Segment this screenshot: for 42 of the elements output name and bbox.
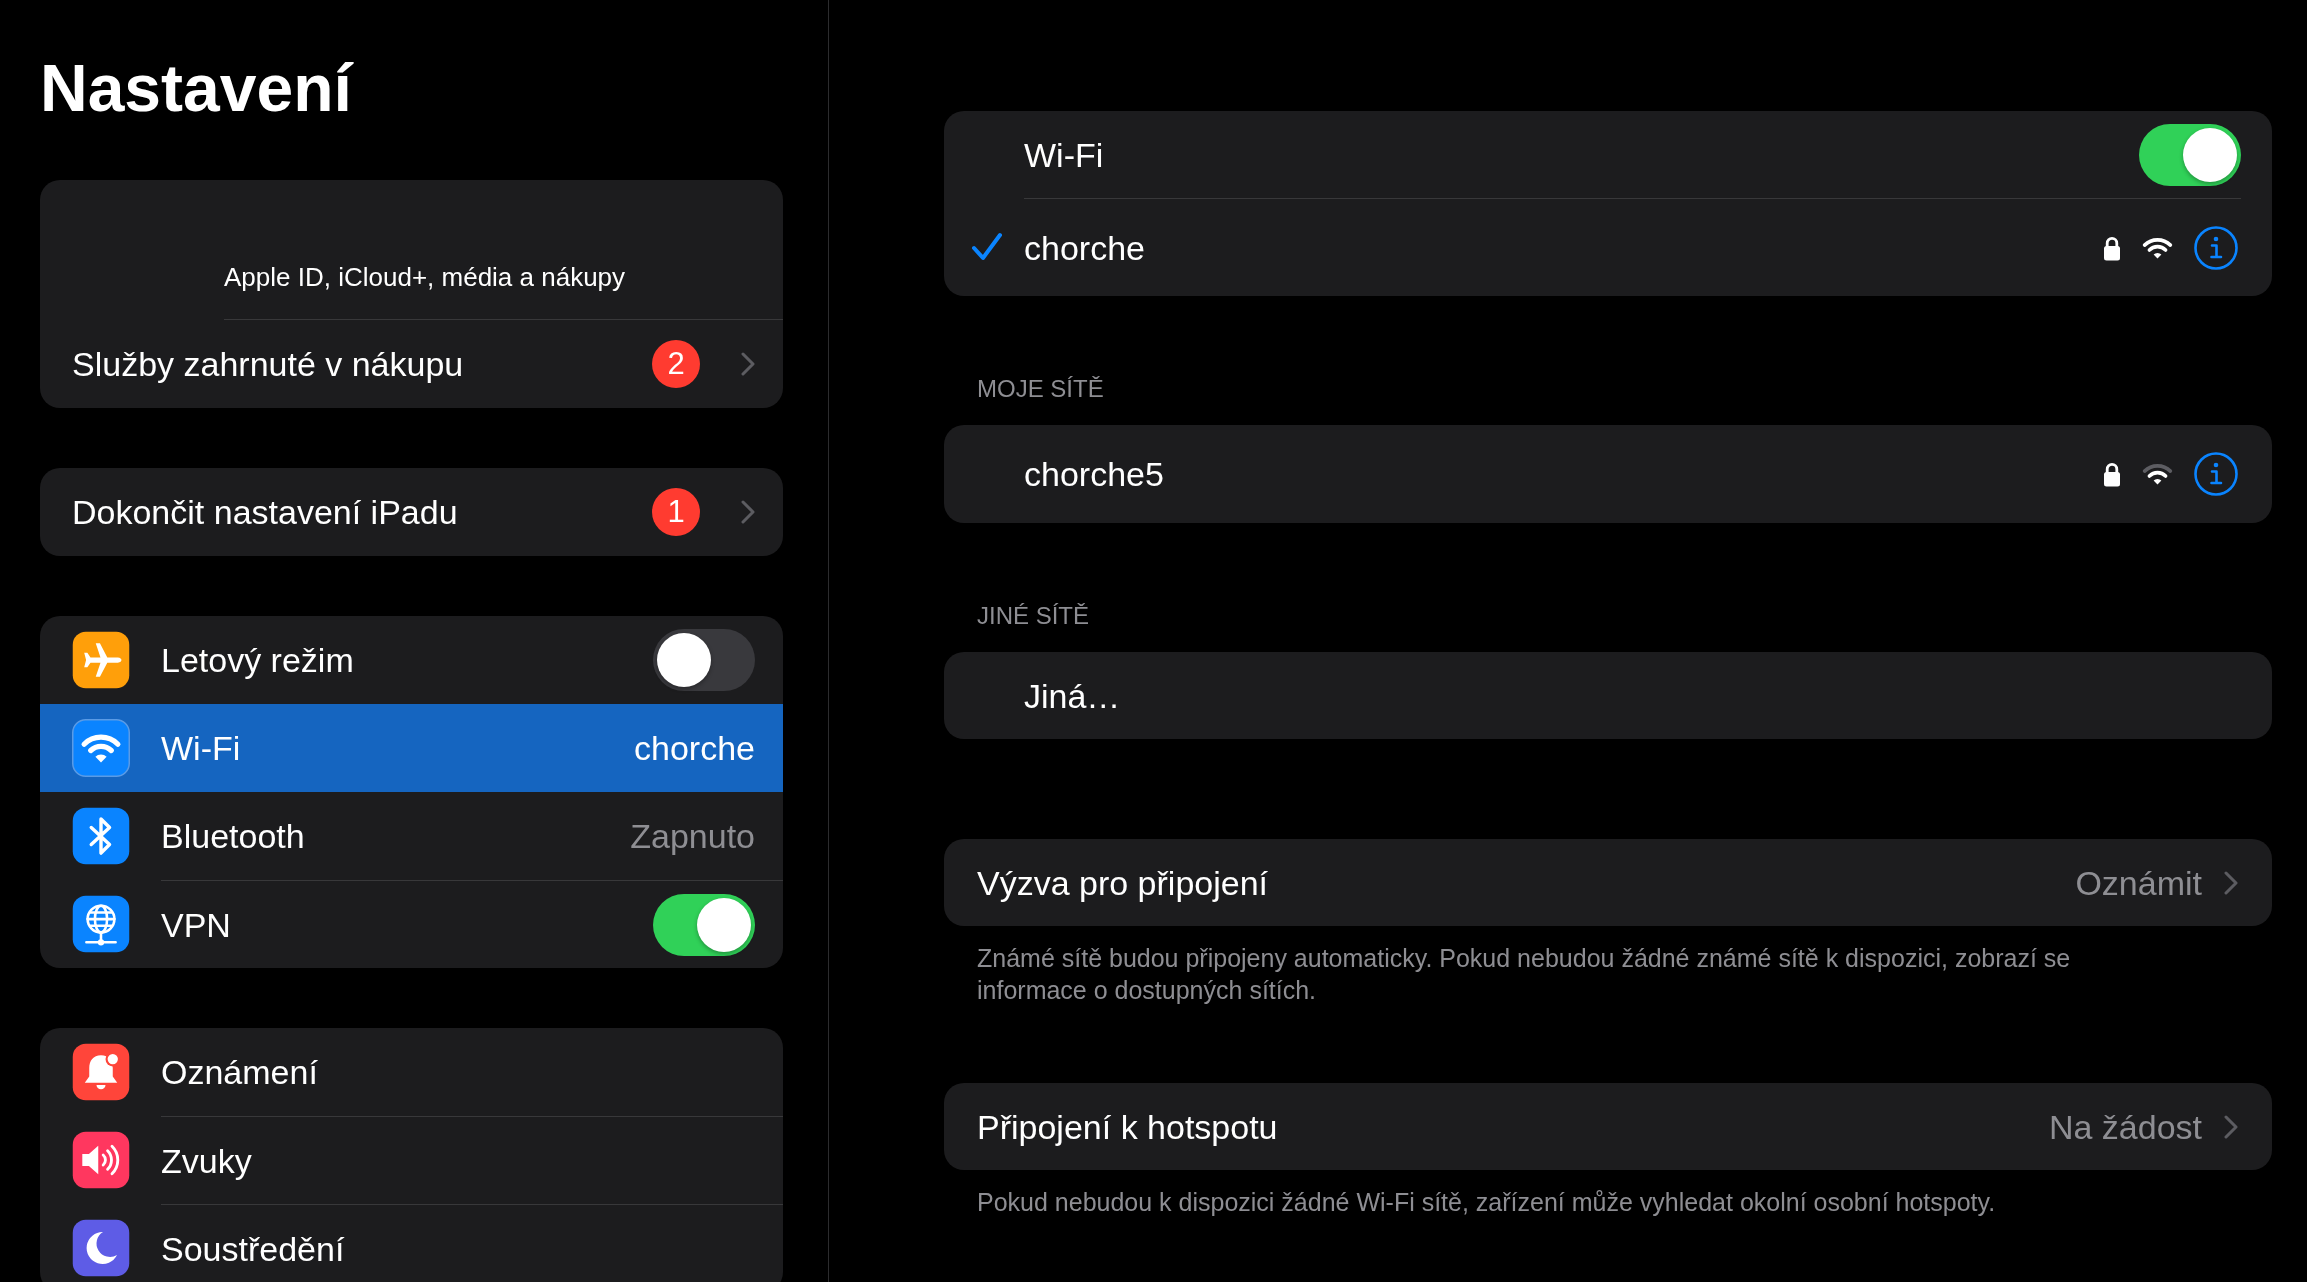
sidebar-item[interactable]: Bluetooth Zapnuto <box>40 792 783 880</box>
sidebar-item[interactable]: Soustředění <box>40 1204 783 1282</box>
section-footer: Známé sítě budou připojeny automaticky. Pokud nebudou žádné známé sítě k dispozici, zobrazí se informace o dostupných sítích. <box>944 942 2272 1006</box>
sidebar-item[interactable]: VPN <box>40 880 783 968</box>
info-icon[interactable] <box>2194 225 2238 270</box>
sidebar-item[interactable]: Wi-Fi chorche <box>40 704 783 792</box>
row-value: Oznámit <box>2075 862 2202 903</box>
wifi-signal-icon <box>2142 236 2173 259</box>
row-value: Na žádost <box>2048 1106 2202 1147</box>
sidebar-item[interactable]: Oznámení <box>40 1028 783 1116</box>
sidebar-item[interactable]: Zvuky <box>40 1116 783 1204</box>
sidebar-item[interactable]: Služby zahrnuté v nákupu 2 <box>40 320 783 408</box>
moon-icon <box>72 1219 130 1277</box>
other-network-item[interactable]: Jiná… <box>944 652 2272 739</box>
wifi-icon <box>72 719 130 777</box>
account-row[interactable]: Apple ID, iCloud+, média a nákupy <box>224 260 783 320</box>
notification-badge: 2 <box>652 340 700 388</box>
row-value: chorche <box>634 728 755 768</box>
sidebar-item[interactable]: Letový režim <box>40 616 783 704</box>
network-row[interactable]: chorche5 <box>944 425 2272 523</box>
wifi-signal-icon <box>2142 463 2173 485</box>
chevron-icon <box>741 500 755 524</box>
bluetooth-icon <box>72 807 130 865</box>
chevron-icon <box>2224 1114 2238 1139</box>
sidebar-item[interactable]: Dokončit nastavení iPadu 1 <box>40 468 783 556</box>
settings-row[interactable]: Připojení k hotspotu Na žádost <box>944 1083 2272 1170</box>
row-value: Zapnuto <box>630 816 755 856</box>
bell-icon <box>72 1043 130 1101</box>
chevron-icon <box>741 352 755 376</box>
notification-badge: 1 <box>652 488 700 536</box>
chevron-icon <box>2224 870 2238 895</box>
settings-row[interactable]: Výzva pro připojení Oznámit <box>944 839 2272 926</box>
row-label: Wi-Fi <box>1024 134 1105 175</box>
network-row[interactable]: chorche <box>944 198 2272 296</box>
section-footer: Pokud nebudou k dispozici žádné Wi-Fi sítě, zařízení může vyhledat okolní osobní hotspoty. <box>944 1186 2272 1218</box>
page-title: Nastavení <box>40 50 355 127</box>
speaker-icon <box>72 1131 130 1189</box>
info-icon[interactable] <box>2194 452 2238 496</box>
section-header: MOJE SÍTĚ <box>976 374 1105 403</box>
section-header: JINÉ SÍTĚ <box>976 601 1091 630</box>
globe-icon <box>72 895 130 953</box>
airplane-icon <box>72 631 130 689</box>
